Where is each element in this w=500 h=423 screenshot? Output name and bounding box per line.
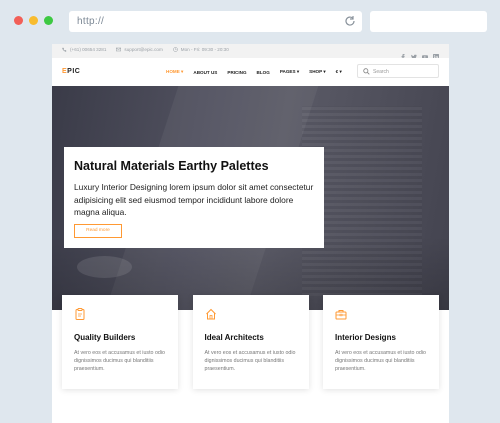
site-search-placeholder: Search [373, 69, 389, 75]
social-links [400, 47, 439, 60]
close-window-button[interactable] [14, 16, 23, 25]
nav-about-us[interactable]: ABOUT US [193, 70, 217, 75]
site-logo[interactable]: EPIC [62, 68, 80, 75]
search-icon [363, 68, 370, 75]
site-search-input[interactable]: Search [357, 64, 439, 78]
browser-search-bar[interactable] [370, 11, 487, 32]
house-icon [205, 308, 216, 320]
read-more-button[interactable]: Read more [74, 224, 122, 238]
phone-info[interactable]: (+61) 00654 3281 [62, 47, 106, 52]
browser-chrome: http:// [0, 0, 500, 44]
toolbox-icon [335, 310, 347, 320]
hours-info: Mon - Fri: 09:30 - 20:30 [172, 47, 229, 52]
website-page: (+61) 00654 3281 support@epic.com Mon - … [52, 44, 449, 423]
clock-icon [172, 47, 178, 52]
youtube-icon[interactable] [422, 47, 428, 59]
feature-card-interior-designs[interactable]: Interior Designs At vero eos et accusamu… [323, 295, 439, 389]
hero-text: Luxury Interior Designing lorem ipsum do… [74, 182, 314, 217]
clipboard-icon [75, 308, 85, 320]
feature-title: Ideal Architects [204, 333, 264, 342]
hero-title: Natural Materials Earthy Palettes [74, 159, 269, 173]
address-bar-url[interactable]: http:// [77, 16, 104, 27]
feature-text: At vero eos et accusamus et iusto odio d… [204, 350, 296, 372]
top-info-bar: (+61) 00654 3281 support@epic.com Mon - … [52, 44, 449, 60]
nav-currency[interactable]: € ▾ [336, 69, 342, 75]
feature-title: Interior Designs [335, 333, 396, 342]
nav-blog[interactable]: BLOG [257, 70, 270, 75]
envelope-icon [116, 47, 122, 52]
feature-card-quality-builders[interactable]: Quality Builders At vero eos et accusamu… [62, 295, 178, 389]
hero-banner: Natural Materials Earthy Palettes Luxury… [52, 86, 449, 310]
phone-text: (+61) 00654 3281 [70, 47, 107, 52]
main-navbar: EPIC HOME ▾ ABOUT US PRICING BLOG PAGES … [52, 58, 449, 86]
address-bar[interactable]: http:// [69, 11, 362, 32]
email-text: support@epic.com [124, 47, 163, 52]
nav-pages[interactable]: PAGES ▾ [280, 69, 299, 75]
main-menu: HOME ▾ ABOUT US PRICING BLOG PAGES ▾ SHO… [166, 69, 342, 75]
feature-title: Quality Builders [74, 333, 136, 342]
feature-card-ideal-architects[interactable]: Ideal Architects At vero eos et accusamu… [192, 295, 309, 389]
nav-home[interactable]: HOME ▾ [166, 69, 183, 75]
linkedin-icon[interactable] [433, 47, 439, 60]
reload-icon[interactable] [344, 15, 356, 27]
feature-text: At vero eos et accusamus et iusto odio d… [74, 350, 165, 372]
email-info[interactable]: support@epic.com [116, 47, 163, 52]
feature-cards: Quality Builders At vero eos et accusamu… [62, 295, 439, 389]
hours-text: Mon - Fri: 09:30 - 20:30 [180, 47, 229, 52]
phone-icon [62, 47, 67, 52]
minimize-window-button[interactable] [29, 16, 38, 25]
twitter-icon[interactable] [411, 47, 417, 60]
nav-pricing[interactable]: PRICING [227, 70, 246, 75]
feature-text: At vero eos et accusamus et iusto odio d… [335, 350, 426, 372]
logo-text: PIC [67, 68, 81, 75]
hero-card: Natural Materials Earthy Palettes Luxury… [64, 147, 324, 248]
facebook-icon[interactable] [400, 47, 406, 60]
maximize-window-button[interactable] [44, 16, 53, 25]
nav-shop[interactable]: SHOP ▾ [309, 69, 326, 75]
